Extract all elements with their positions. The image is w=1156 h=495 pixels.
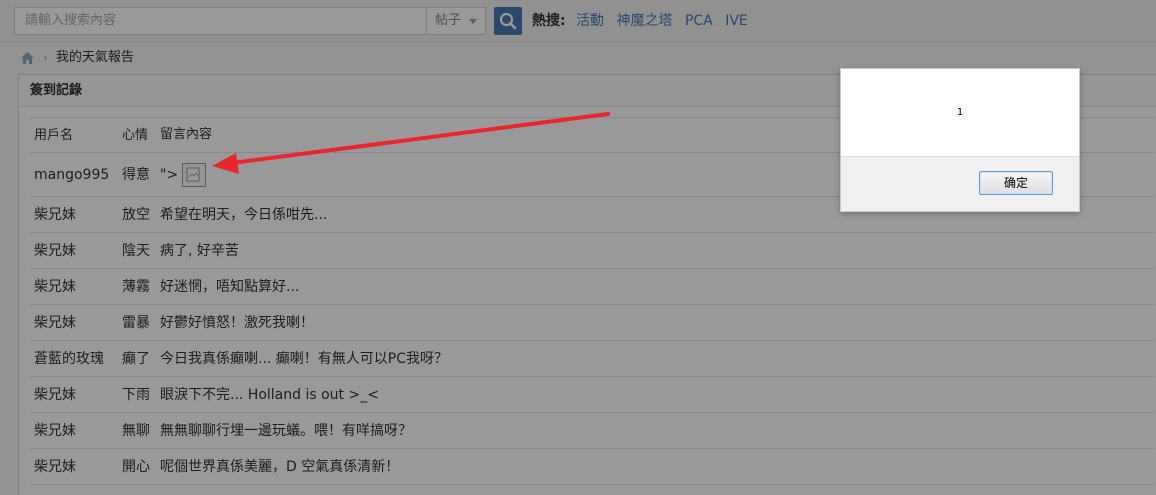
alert-footer: 确定	[841, 156, 1079, 211]
alert-message: 1	[956, 107, 964, 118]
alert-dialog: 1 确定	[840, 68, 1080, 212]
ok-button[interactable]: 确定	[979, 171, 1053, 195]
